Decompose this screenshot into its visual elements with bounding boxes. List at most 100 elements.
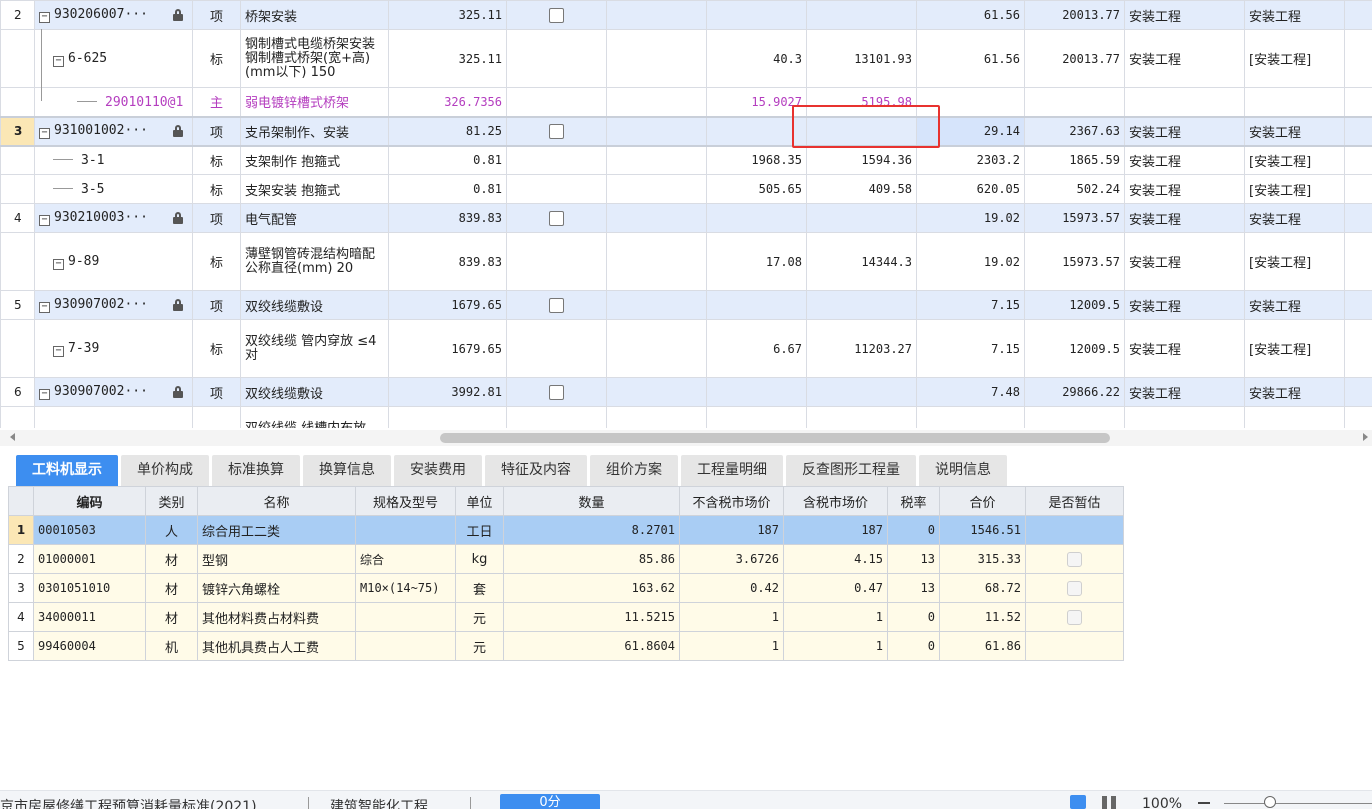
- specialty-cell[interactable]: 安装工程: [1124, 377, 1245, 407]
- checkbox-cell[interactable]: [506, 0, 607, 30]
- composite-total-cell[interactable]: [1024, 87, 1125, 117]
- composite-total-cell[interactable]: 20013.77: [1024, 29, 1125, 88]
- empty-cell[interactable]: [606, 29, 707, 88]
- name-cell[interactable]: 双绞线缆敷设: [240, 377, 389, 407]
- quantity-cell[interactable]: 326.7356: [388, 87, 507, 117]
- code-cell[interactable]: 3-1: [34, 145, 193, 175]
- specialty-cell[interactable]: 安装工程: [1124, 203, 1245, 233]
- code-cell[interactable]: 0301051010: [33, 573, 146, 603]
- fee-type-cell[interactable]: 安装工程: [1244, 290, 1345, 320]
- specialty-cell[interactable]: 安装工程: [1124, 29, 1245, 88]
- tab-unit-price-composition[interactable]: 单价构成: [121, 455, 209, 486]
- table-row[interactable]: 1 00010503 人综合用工二类 工日 8.2701 187 187 0 1546.51: [8, 515, 1124, 545]
- spec-cell[interactable]: 综合: [355, 544, 456, 574]
- empty-cell[interactable]: [1344, 115, 1372, 147]
- tax-rate-cell[interactable]: 13: [887, 544, 940, 574]
- fee-type-cell[interactable]: [安装工程]: [1244, 29, 1345, 88]
- amount-cell[interactable]: 11203.27: [806, 319, 917, 378]
- empty-cell[interactable]: [1344, 377, 1372, 407]
- type-cell[interactable]: 标: [192, 406, 241, 428]
- tax-rate-cell[interactable]: 0: [887, 631, 940, 661]
- provisional-cell[interactable]: [1025, 573, 1124, 603]
- table-row[interactable]: −9-89 标薄壁钢管砖混结构暗配 公称直径(mm) 20 839.83 17.08 1…: [0, 232, 1372, 291]
- specialty-cell[interactable]: 安装工程: [1124, 290, 1245, 320]
- amount-cell[interactable]: 13101.93: [806, 29, 917, 88]
- composite-price-cell[interactable]: 19.02: [916, 232, 1025, 291]
- quantity-cell[interactable]: 1679.65: [388, 319, 507, 378]
- amount-cell[interactable]: 14344.3: [806, 232, 917, 291]
- unit-price-cell[interactable]: [706, 0, 807, 30]
- specialty-cell[interactable]: 安装工程: [1124, 0, 1245, 30]
- collapse-icon[interactable]: −: [53, 345, 64, 357]
- code-cell[interactable]: −9-89: [34, 232, 193, 291]
- price-incl-tax-cell[interactable]: 187: [783, 515, 888, 545]
- list-item-group[interactable]: 5−930907002··· 项双绞线缆敷设 1679.65 7.15 12009.5 安…: [0, 290, 1372, 320]
- category-cell[interactable]: 材: [145, 602, 198, 632]
- empty-cell[interactable]: [1344, 174, 1372, 204]
- quantity-cell[interactable]: 8.2701: [503, 515, 680, 545]
- quantity-cell[interactable]: 61.8604: [503, 631, 680, 661]
- header-tax-rate[interactable]: 税率: [887, 486, 940, 516]
- checkbox-cell[interactable]: [506, 29, 607, 88]
- name-cell[interactable]: 支架制作 抱箍式: [240, 145, 389, 175]
- header-price-excl-tax[interactable]: 不含税市场价: [679, 486, 784, 516]
- empty-cell[interactable]: [606, 290, 707, 320]
- amount-cell[interactable]: [806, 203, 917, 233]
- unit-cell[interactable]: 工日: [455, 515, 504, 545]
- price-incl-tax-cell[interactable]: 4.15: [783, 544, 888, 574]
- type-cell[interactable]: 项: [192, 290, 241, 320]
- type-cell[interactable]: 标: [192, 232, 241, 291]
- checkbox-cell[interactable]: [506, 203, 607, 233]
- composite-total-cell[interactable]: 15973.57: [1024, 203, 1125, 233]
- empty-cell[interactable]: [1344, 145, 1372, 175]
- empty-cell[interactable]: [606, 203, 707, 233]
- empty-cell[interactable]: [606, 145, 707, 175]
- amount-cell[interactable]: [806, 290, 917, 320]
- split-view-icon[interactable]: [1102, 796, 1116, 809]
- fee-type-cell[interactable]: [安装工程]: [1244, 406, 1345, 428]
- tab-standard-conversion[interactable]: 标准换算: [212, 455, 300, 486]
- tab-conversion-info[interactable]: 换算信息: [303, 455, 391, 486]
- quantity-cell[interactable]: 325.11: [388, 0, 507, 30]
- table-row[interactable]: 5 99460004 机其他机具费占人工费元 61.8604 1 1 0 61.86: [8, 631, 1124, 661]
- header-price-incl-tax[interactable]: 含税市场价: [783, 486, 888, 516]
- table-row[interactable]: 3 0301051010 材镀锌六角螺栓 M10×(14~75) 套 163.62 0.42…: [8, 573, 1124, 603]
- tax-rate-cell[interactable]: 13: [887, 573, 940, 603]
- composite-price-cell[interactable]: 7.15: [916, 290, 1025, 320]
- quantity-cell[interactable]: 85.86: [503, 544, 680, 574]
- composite-total-cell[interactable]: 15973.57: [1024, 232, 1125, 291]
- unit-price-cell[interactable]: 1968.35: [706, 145, 807, 175]
- collapse-icon[interactable]: −: [39, 389, 50, 400]
- header-name[interactable]: 名称: [197, 486, 356, 516]
- zoom-out-icon[interactable]: [1198, 802, 1210, 804]
- checkbox-cell[interactable]: [506, 290, 607, 320]
- code-cell[interactable]: −930206007···: [34, 0, 193, 30]
- name-cell[interactable]: 双绞线缆敷设: [240, 290, 389, 320]
- code-cell[interactable]: 99460004: [33, 631, 146, 661]
- fee-type-cell[interactable]: 安装工程: [1244, 0, 1345, 30]
- scrollbar-thumb[interactable]: [440, 433, 1110, 443]
- empty-cell[interactable]: [606, 406, 707, 428]
- tab-labor-material-machine[interactable]: 工料机显示: [16, 455, 118, 486]
- checkbox-cell[interactable]: [506, 319, 607, 378]
- empty-cell[interactable]: [606, 319, 707, 378]
- price-incl-tax-cell[interactable]: 1: [783, 602, 888, 632]
- category-cell[interactable]: 机: [145, 631, 198, 661]
- table-row[interactable]: 3-1 标支架制作 抱箍式 0.81 1968.35 1594.36 2303.2 1865…: [0, 145, 1372, 175]
- list-item-group[interactable]: 4−930210003··· 项电气配管 839.83 19.02 15973.57 安装…: [0, 203, 1372, 233]
- unit-price-cell[interactable]: [706, 203, 807, 233]
- unit-price-cell[interactable]: 6.67: [706, 319, 807, 378]
- composite-total-cell[interactable]: 12009.5: [1024, 319, 1125, 378]
- header-total[interactable]: 合价: [939, 486, 1026, 516]
- table-row[interactable]: 2 01000001 材型钢 综合 kg 85.86 3.6726 4.15 13 315.33: [8, 544, 1124, 574]
- quantity-cell[interactable]: 3992.81: [388, 406, 507, 428]
- type-cell[interactable]: 项: [192, 203, 241, 233]
- collapse-icon[interactable]: −: [39, 215, 50, 226]
- specialty-cell[interactable]: 安装工程: [1124, 145, 1245, 175]
- list-item-material[interactable]: 29010110@1 主弱电镀锌槽式桥架 326.7356 15.9027 5195.9…: [0, 87, 1372, 117]
- list-item-group[interactable]: 2−930206007··· 项桥架安装 325.11 61.56 20013.77 安装…: [0, 0, 1372, 30]
- composite-total-cell[interactable]: 12009.5: [1024, 290, 1125, 320]
- code-cell[interactable]: 3-5: [34, 174, 193, 204]
- spec-cell[interactable]: M10×(14~75): [355, 573, 456, 603]
- name-cell[interactable]: 双绞线缆 管内穿放 ≤4对: [240, 319, 389, 378]
